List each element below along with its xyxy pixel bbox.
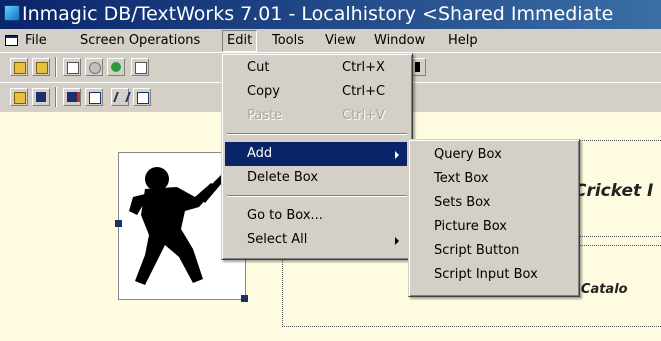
menu-file[interactable]: File [21, 29, 51, 52]
menu-edit[interactable]: Edit [222, 30, 258, 52]
open-button[interactable] [10, 88, 28, 106]
menu-item-select-all[interactable]: Select All [225, 228, 407, 252]
open-folder-button[interactable] [10, 58, 28, 76]
menu-item-cut[interactable]: Cut Ctrl+X [225, 56, 407, 80]
shortcut-label: Ctrl+V [342, 108, 385, 123]
filter-button[interactable] [85, 58, 103, 76]
menu-item-label: Delete Box [247, 170, 319, 185]
menu-item-label: Copy [247, 84, 280, 99]
menu-item-add[interactable]: Add [225, 142, 407, 166]
document-system-menu-icon[interactable] [5, 35, 18, 46]
insert-text-box-button[interactable] [63, 88, 81, 106]
menu-screen-operations[interactable]: Screen Operations [76, 29, 204, 52]
menu-tools[interactable]: Tools [268, 29, 308, 52]
toolbar-separator [55, 57, 57, 77]
window-title: Inmagic DB/TextWorks 7.01 - Localhistory… [22, 3, 614, 25]
submenu-item-text-box[interactable]: Text Box [412, 167, 574, 191]
save-icon[interactable] [32, 88, 50, 106]
title-bar: Inmagic DB/TextWorks 7.01 - Localhistory… [0, 0, 661, 29]
heading-text: Cricket I [574, 181, 654, 201]
copy-icon[interactable] [133, 88, 151, 106]
menu-item-delete-box[interactable]: Delete Box [225, 166, 407, 190]
resize-handle-left[interactable] [115, 220, 122, 227]
menu-item-label: Go to Box... [247, 208, 323, 223]
report-button[interactable] [131, 58, 149, 76]
submenu-arrow-icon [395, 237, 399, 245]
shortcut-label: Ctrl+X [342, 60, 385, 75]
insert-picture-box-button[interactable] [85, 88, 103, 106]
menu-separator [227, 133, 407, 135]
form-view-button[interactable] [63, 58, 81, 76]
open-db-button[interactable] [32, 58, 50, 76]
submenu-item-sets-box[interactable]: Sets Box [412, 191, 574, 215]
menu-item-copy[interactable]: Copy Ctrl+C [225, 80, 407, 104]
globe-icon[interactable] [107, 58, 125, 76]
submenu-item-query-box[interactable]: Query Box [412, 143, 574, 167]
menu-item-label: Select All [247, 232, 308, 247]
menu-help[interactable]: Help [444, 29, 482, 52]
menu-item-label: Add [247, 146, 273, 161]
submenu-item-script-input-box[interactable]: Script Input Box [412, 263, 574, 287]
menu-item-label: Cut [247, 60, 270, 75]
cut-icon[interactable] [111, 88, 131, 106]
app-icon[interactable] [4, 5, 20, 21]
resize-handle-bottom-right[interactable] [241, 295, 248, 302]
add-submenu: Query Box Text Box Sets Box Picture Box … [408, 139, 580, 297]
menu-item-label: Paste [247, 108, 283, 123]
submenu-item-script-button[interactable]: Script Button [412, 239, 574, 263]
toolbar-separator [55, 87, 57, 107]
submenu-item-picture-box[interactable]: Picture Box [412, 215, 574, 239]
menu-item-go-to-box[interactable]: Go to Box... [225, 204, 407, 228]
menu-bar: File Screen Operations Edit Tools View W… [0, 29, 661, 52]
menu-window[interactable]: Window [370, 29, 429, 52]
menu-separator [227, 195, 407, 197]
submenu-arrow-icon [395, 151, 399, 159]
shortcut-label: Ctrl+C [342, 84, 386, 99]
menu-view[interactable]: View [321, 29, 360, 52]
menu-item-paste[interactable]: Paste Ctrl+V [225, 104, 407, 128]
edit-menu: Cut Ctrl+X Copy Ctrl+C Paste Ctrl+V Add … [221, 53, 413, 260]
